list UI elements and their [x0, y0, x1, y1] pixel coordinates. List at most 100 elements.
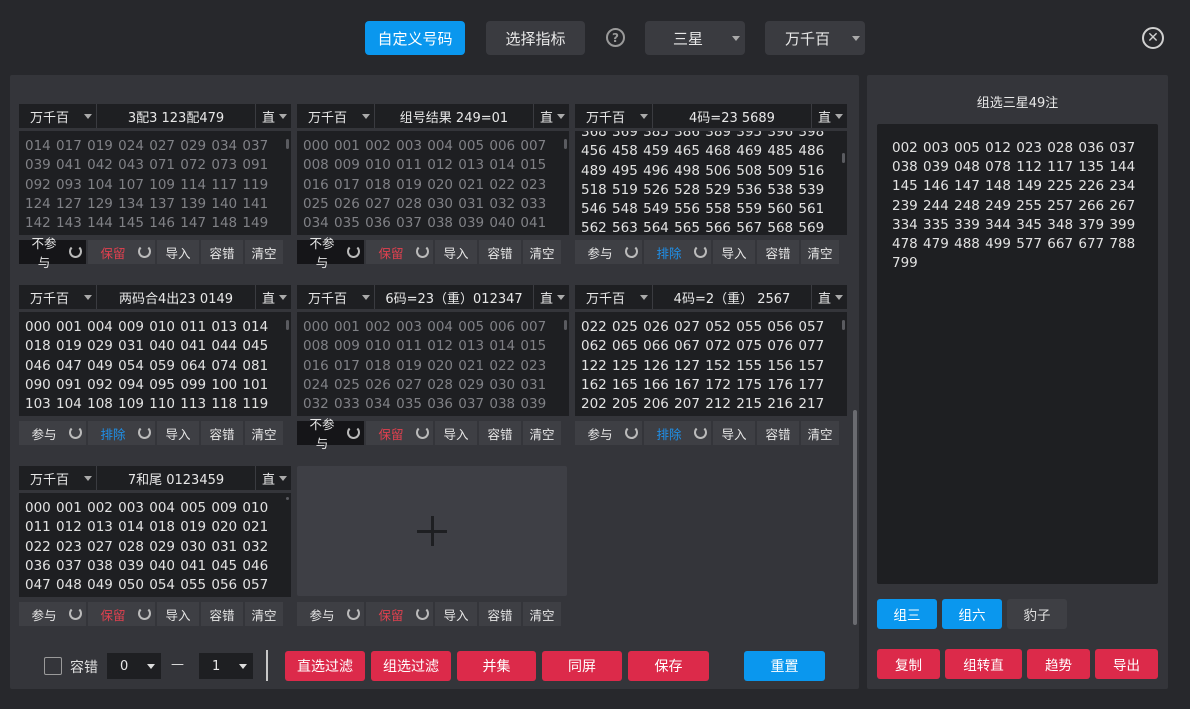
- card-title[interactable]: 两码合4出23 0149: [97, 288, 255, 307]
- tab-leopard[interactable]: 豹子: [1007, 599, 1067, 629]
- tolerance-checkbox[interactable]: [44, 657, 62, 675]
- export-button[interactable]: 导出: [1095, 649, 1158, 679]
- clear-button[interactable]: 清空: [523, 240, 561, 264]
- keep-exclude-toggle[interactable]: 排除: [644, 240, 711, 264]
- same-screen-button[interactable]: 同屏: [542, 651, 622, 681]
- main-scrollbar[interactable]: [853, 410, 857, 625]
- scrollbar[interactable]: [842, 153, 845, 163]
- card-mode-select[interactable]: 直: [533, 285, 569, 309]
- participate-toggle[interactable]: 参与: [297, 602, 364, 626]
- card-numbers[interactable]: 000 001 002 003 004 005 009 010 011 012 …: [19, 493, 291, 597]
- tolerance-from-select[interactable]: 0: [107, 653, 161, 679]
- card-title[interactable]: 组号结果 249=01: [375, 107, 533, 126]
- tab-group6[interactable]: 组六: [942, 599, 1002, 629]
- clear-button[interactable]: 清空: [523, 602, 561, 626]
- participate-toggle[interactable]: 不参与: [297, 236, 364, 270]
- custom-numbers-button[interactable]: 自定义号码: [365, 21, 465, 55]
- tolerance-button[interactable]: 容错: [479, 240, 521, 264]
- tolerance-button[interactable]: 容错: [757, 421, 799, 445]
- keep-exclude-toggle[interactable]: 保留: [88, 240, 155, 264]
- tab-group3[interactable]: 组三: [877, 599, 937, 629]
- select-indicator-button[interactable]: 选择指标: [486, 21, 585, 55]
- card-numbers[interactable]: 000 001 004 009 010 011 013 014 018 019 …: [19, 312, 291, 416]
- save-button[interactable]: 保存: [628, 651, 709, 681]
- card-numbers[interactable]: 014 017 019 024 027 029 034 037 039 041 …: [19, 131, 291, 235]
- convert-direct-button[interactable]: 组转直: [945, 649, 1022, 679]
- tolerance-button[interactable]: 容错: [479, 421, 521, 445]
- card-position-select[interactable]: 万千百: [19, 466, 97, 490]
- tolerance-button[interactable]: 容错: [757, 240, 799, 264]
- position-select[interactable]: 万千百: [765, 21, 865, 55]
- scrollbar[interactable]: [286, 320, 289, 330]
- card-position-select[interactable]: 万千百: [19, 285, 97, 309]
- card-title[interactable]: 4码=2（重） 2567: [653, 288, 811, 307]
- participate-toggle[interactable]: 参与: [575, 421, 642, 445]
- card-numbers[interactable]: 000 001 002 003 004 005 006 007 008 009 …: [297, 312, 569, 416]
- direct-filter-button[interactable]: 直选过滤: [285, 651, 365, 681]
- import-button[interactable]: 导入: [435, 240, 477, 264]
- card-position-select[interactable]: 万千百: [297, 104, 375, 128]
- card-mode-select[interactable]: 直: [255, 104, 291, 128]
- scrollbar[interactable]: [564, 320, 567, 330]
- tolerance-button[interactable]: 容错: [201, 240, 243, 264]
- union-button[interactable]: 并集: [457, 651, 536, 681]
- reset-button[interactable]: 重置: [744, 651, 825, 681]
- card-title[interactable]: 3配3 123配479: [97, 107, 255, 126]
- card-position-select[interactable]: 万千百: [575, 104, 653, 128]
- clear-button[interactable]: 清空: [801, 421, 839, 445]
- import-button[interactable]: 导入: [713, 421, 755, 445]
- import-button[interactable]: 导入: [157, 240, 199, 264]
- tolerance-button[interactable]: 容错: [201, 421, 243, 445]
- import-button[interactable]: 导入: [157, 602, 199, 626]
- card-mode-select[interactable]: 直: [533, 104, 569, 128]
- import-button[interactable]: 导入: [713, 240, 755, 264]
- card-numbers[interactable]: 000 001 002 003 004 005 006 007 008 009 …: [297, 131, 569, 235]
- card-mode-select[interactable]: 直: [811, 104, 847, 128]
- scrollbar[interactable]: [842, 320, 845, 330]
- participate-toggle[interactable]: 参与: [575, 240, 642, 264]
- keep-exclude-toggle[interactable]: 排除: [644, 421, 711, 445]
- clear-button[interactable]: 清空: [801, 240, 839, 264]
- clear-button[interactable]: 清空: [245, 240, 283, 264]
- clear-button[interactable]: 清空: [245, 421, 283, 445]
- import-button[interactable]: 导入: [435, 602, 477, 626]
- card-position-select[interactable]: 万千百: [297, 285, 375, 309]
- help-icon[interactable]: ?: [606, 28, 625, 47]
- card-mode-select[interactable]: 直: [255, 466, 291, 490]
- close-icon[interactable]: ✕: [1142, 27, 1164, 49]
- result-numbers[interactable]: 002 003 005 012 023 028 036 037 038 039 …: [877, 124, 1158, 584]
- participate-toggle[interactable]: 参与: [19, 421, 86, 445]
- card-position-select[interactable]: 万千百: [19, 104, 97, 128]
- keep-exclude-toggle[interactable]: 保留: [366, 240, 433, 264]
- keep-exclude-toggle[interactable]: 排除: [88, 421, 155, 445]
- import-button[interactable]: 导入: [157, 421, 199, 445]
- tolerance-to-select[interactable]: 1: [199, 653, 253, 679]
- card-mode-select[interactable]: 直: [255, 285, 291, 309]
- card-numbers[interactable]: 022 025 026 027 052 055 056 057 062 065 …: [575, 312, 847, 416]
- copy-button[interactable]: 复制: [877, 649, 940, 679]
- card-numbers[interactable]: 368 369 385 386 389 395 396 398 456 458 …: [575, 131, 847, 235]
- clear-button[interactable]: 清空: [245, 602, 283, 626]
- keep-exclude-toggle[interactable]: 保留: [88, 602, 155, 626]
- card-position-select[interactable]: 万千百: [575, 285, 653, 309]
- keep-exclude-toggle[interactable]: 保留: [366, 421, 433, 445]
- scrollbar[interactable]: [286, 139, 289, 149]
- participate-toggle[interactable]: 不参与: [19, 236, 86, 270]
- tolerance-button[interactable]: 容错: [479, 602, 521, 626]
- scrollbar[interactable]: [286, 497, 289, 500]
- card-mode-select[interactable]: 直: [811, 285, 847, 309]
- star-select[interactable]: 三星: [645, 21, 745, 55]
- card-title[interactable]: 6码=23（重）012347: [375, 288, 533, 307]
- clear-button[interactable]: 清空: [523, 421, 561, 445]
- card-position-value: 万千百: [586, 291, 626, 307]
- card-title[interactable]: 4码=23 5689: [653, 107, 811, 126]
- tolerance-button[interactable]: 容错: [201, 602, 243, 626]
- participate-toggle[interactable]: 不参与: [297, 417, 364, 451]
- import-button[interactable]: 导入: [435, 421, 477, 445]
- group-filter-button[interactable]: 组选过滤: [371, 651, 451, 681]
- scrollbar[interactable]: [564, 139, 567, 149]
- keep-exclude-toggle[interactable]: 保留: [366, 602, 433, 626]
- card-title[interactable]: 7和尾 0123459: [97, 469, 255, 488]
- participate-toggle[interactable]: 参与: [19, 602, 86, 626]
- trend-button[interactable]: 趋势: [1027, 649, 1090, 679]
